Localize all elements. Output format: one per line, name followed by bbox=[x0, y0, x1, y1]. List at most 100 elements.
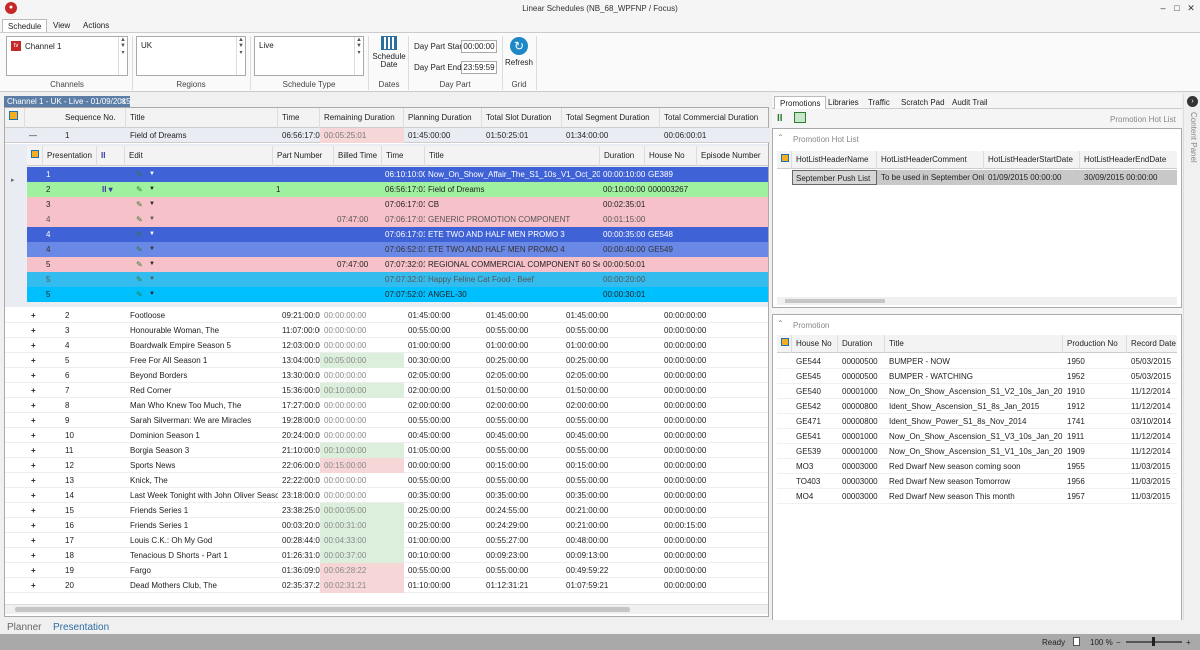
col-hotlist-start[interactable]: HotListHeaderStartDate bbox=[984, 151, 1080, 169]
promotion-settings-icon[interactable] bbox=[777, 335, 792, 353]
table-row[interactable]: 4 07:47:00 07:06:17:01 GENERIC PROMOTION CO… bbox=[27, 212, 768, 227]
table-row[interactable]: +15 Friends Series 1 23:38:25:0000:00:05:0… bbox=[5, 503, 768, 518]
table-row[interactable]: MO4 00003000 Red Dwarf New season This mon… bbox=[777, 489, 1177, 504]
edit-dropdown-icon[interactable]: ▼ bbox=[146, 257, 156, 272]
tab-libraries[interactable]: Libraries bbox=[823, 96, 864, 109]
expand-row-icon[interactable]: + bbox=[27, 548, 41, 563]
subgrid-settings-icon[interactable] bbox=[27, 146, 43, 166]
table-row[interactable]: 2 1 06:56:17:01 Field of Dreams 00:10:00:00 0… bbox=[27, 182, 768, 197]
edit-pencil-icon[interactable]: ✎ bbox=[133, 182, 147, 197]
subcol-presentation[interactable]: Presentation bbox=[43, 146, 97, 166]
subcol-billed-time[interactable]: Billed Time bbox=[334, 146, 382, 166]
group-icon[interactable]: ΙΙ ▾ bbox=[99, 182, 125, 197]
col-hotlist-end[interactable]: HotListHeaderEndDate bbox=[1080, 151, 1177, 169]
col-remaining-duration[interactable]: Remaining Duration bbox=[320, 108, 404, 128]
col-sequence[interactable]: Sequence No. bbox=[61, 108, 126, 128]
tab-scratch-pad[interactable]: Scratch Pad bbox=[896, 96, 950, 109]
expand-row-icon[interactable]: + bbox=[27, 383, 41, 398]
table-row[interactable]: +13 Knick, The 22:22:00:00 00:00:00:00 00:55… bbox=[5, 473, 768, 488]
table-row[interactable]: GE471 00000800 Ident_Show_Power_S1_8s_Nov_… bbox=[777, 414, 1177, 429]
close-tab-icon[interactable]: ✕ bbox=[120, 96, 127, 107]
expand-row-icon[interactable]: + bbox=[27, 413, 41, 428]
subcol-edit[interactable]: Edit bbox=[125, 146, 273, 166]
edit-dropdown-icon[interactable]: ▼ bbox=[146, 167, 156, 182]
expand-row-icon[interactable]: + bbox=[27, 323, 41, 338]
table-row[interactable]: +16 Friends Series 1 00:03:20:0000:00:31:0… bbox=[5, 518, 768, 533]
grid-view-icon[interactable] bbox=[794, 112, 806, 123]
col-title[interactable]: Title bbox=[126, 108, 278, 128]
table-row[interactable]: TO403 00003000 Red Dwarf New season Tomorr… bbox=[777, 474, 1177, 489]
expand-row-icon[interactable]: + bbox=[27, 518, 41, 533]
edit-dropdown-icon[interactable]: ▼ bbox=[146, 197, 156, 212]
col-total-commercial-duration[interactable]: Total Commercial Duration bbox=[660, 108, 768, 128]
expand-panel-icon[interactable]: › bbox=[1187, 96, 1198, 107]
col-house-no[interactable]: House No bbox=[792, 335, 838, 353]
table-row[interactable]: GE541 00001000 Now_On_Show_Ascension_S1_V3… bbox=[777, 429, 1177, 444]
minimize-icon[interactable]: – bbox=[1158, 3, 1168, 13]
schedule-type-scrollbar[interactable]: ▲ ▼ ▾ bbox=[354, 37, 363, 75]
expand-row-icon[interactable]: + bbox=[27, 308, 41, 323]
table-row[interactable]: +17 Louis C.K.: Oh My God 00:28:44:0000:04… bbox=[5, 533, 768, 548]
table-row[interactable]: 5 07:07:32:01 Happy Feline Cat Food - Beef… bbox=[27, 272, 768, 287]
table-row[interactable]: +10 Dominion Season 1 20:24:00:00 00:00:00:… bbox=[5, 428, 768, 443]
table-row[interactable]: +18 Tenacious D Shorts - Part 1 01:26:31:0… bbox=[5, 548, 768, 563]
table-row[interactable]: +6 Beyond Borders 13:30:00:00 00:00:00:00 02… bbox=[5, 368, 768, 383]
col-title[interactable]: Title bbox=[885, 335, 1063, 353]
col-production-no[interactable]: Production No bbox=[1063, 335, 1127, 353]
edit-pencil-icon[interactable]: ✎ bbox=[133, 242, 147, 257]
close-icon[interactable]: ✕ bbox=[1186, 3, 1196, 13]
schedule-doc-tab[interactable]: Channel 1 - UK - Live - 01/09/2015 ✕ bbox=[4, 96, 130, 107]
expand-row-icon[interactable]: + bbox=[27, 338, 41, 353]
menu-actions[interactable]: Actions bbox=[78, 19, 114, 32]
table-row[interactable]: GE540 00001000 Now_On_Show_Ascension_S1_V2… bbox=[777, 384, 1177, 399]
col-duration[interactable]: Duration bbox=[838, 335, 885, 353]
content-panel-strip[interactable]: › Content Panel bbox=[1183, 94, 1200, 634]
maximize-icon[interactable]: □ bbox=[1172, 3, 1182, 13]
table-row[interactable]: GE545 00000500 BUMPER - WATCHING 1952 05/03/… bbox=[777, 369, 1177, 384]
edit-pencil-icon[interactable]: ✎ bbox=[133, 197, 147, 212]
expand-row-icon[interactable]: + bbox=[27, 503, 41, 518]
tab-audit-trail[interactable]: Audit Trail bbox=[947, 96, 993, 109]
day-part-end-input[interactable]: 23:59:59 bbox=[461, 61, 497, 74]
subcol-title[interactable]: Title bbox=[425, 146, 600, 166]
table-row[interactable]: MO3 00003000 Red Dwarf New season coming s… bbox=[777, 459, 1177, 474]
table-row[interactable]: 3 07:06:17:01 CB 00:02:35:01 ✎ ▼ bbox=[27, 197, 768, 212]
edit-pencil-icon[interactable]: ✎ bbox=[133, 167, 147, 182]
table-row[interactable]: 4 07:06:17:01 ETE TWO AND HALF MEN PROMO 3… bbox=[27, 227, 768, 242]
edit-pencil-icon[interactable]: ✎ bbox=[133, 287, 147, 302]
tab-planner[interactable]: Planner bbox=[7, 622, 41, 633]
expand-row-icon[interactable]: + bbox=[27, 398, 41, 413]
edit-dropdown-icon[interactable]: ▼ bbox=[146, 182, 156, 197]
zoom-out-icon[interactable]: − bbox=[1116, 638, 1121, 647]
table-row[interactable]: September Push List To be used in Septem… bbox=[792, 170, 1177, 185]
table-row[interactable]: +7 Red Corner 15:36:00:0000:10:00:00 02:00:… bbox=[5, 383, 768, 398]
edit-dropdown-icon[interactable]: ▼ bbox=[146, 287, 156, 302]
schedule-date-button[interactable]: Schedule Date bbox=[372, 36, 406, 78]
table-row[interactable]: 5 07:07:52:01 ANGEL-30 00:00:30:01 ✎ ▼ bbox=[27, 287, 768, 302]
region-list[interactable]: UK ▲ ▼ ▾ bbox=[136, 36, 246, 76]
table-row[interactable]: +9 Sarah Silverman: We are Miracles 19:28:… bbox=[5, 413, 768, 428]
expand-row-icon[interactable]: + bbox=[27, 368, 41, 383]
zoom-in-icon[interactable]: + bbox=[1186, 638, 1191, 647]
hot-list-section-collapse-icon[interactable]: ⌃ bbox=[777, 133, 784, 142]
promotion-section-collapse-icon[interactable]: ⌃ bbox=[777, 319, 784, 328]
group-icon[interactable]: ΙΙ bbox=[777, 113, 783, 124]
expand-row-icon[interactable]: + bbox=[27, 473, 41, 488]
day-part-start-input[interactable]: 00:00:00 bbox=[461, 40, 497, 53]
expand-row-icon[interactable]: + bbox=[27, 353, 41, 368]
table-row[interactable]: +19 Fargo 01:36:09:0000:06:28:22 00:55:00:0… bbox=[5, 563, 768, 578]
edit-pencil-icon[interactable]: ✎ bbox=[133, 257, 147, 272]
zoom-slider-thumb[interactable] bbox=[1152, 637, 1155, 646]
table-row[interactable]: GE544 00000500 BUMPER - NOW 1950 05/03/2015 bbox=[777, 354, 1177, 369]
table-row-expanded[interactable]: — 1 Field of Dreams 06:56:17:01 00:05:25… bbox=[5, 128, 770, 143]
subcol-duration[interactable]: Duration bbox=[600, 146, 645, 166]
expand-row-icon[interactable]: + bbox=[27, 458, 41, 473]
expand-row-icon[interactable]: + bbox=[27, 533, 41, 548]
table-row[interactable]: +14 Last Week Tonight with John Oliver Se… bbox=[5, 488, 768, 503]
col-time[interactable]: Time bbox=[278, 108, 320, 128]
subcol-part-number[interactable]: Part Number bbox=[273, 146, 334, 166]
table-row[interactable]: +3 Honourable Woman, The 11:07:00:00 00:00:… bbox=[5, 323, 768, 338]
refresh-button[interactable]: ↻ Refresh bbox=[504, 36, 534, 76]
edit-pencil-icon[interactable]: ✎ bbox=[133, 227, 147, 242]
subcol-time[interactable]: Time bbox=[382, 146, 425, 166]
